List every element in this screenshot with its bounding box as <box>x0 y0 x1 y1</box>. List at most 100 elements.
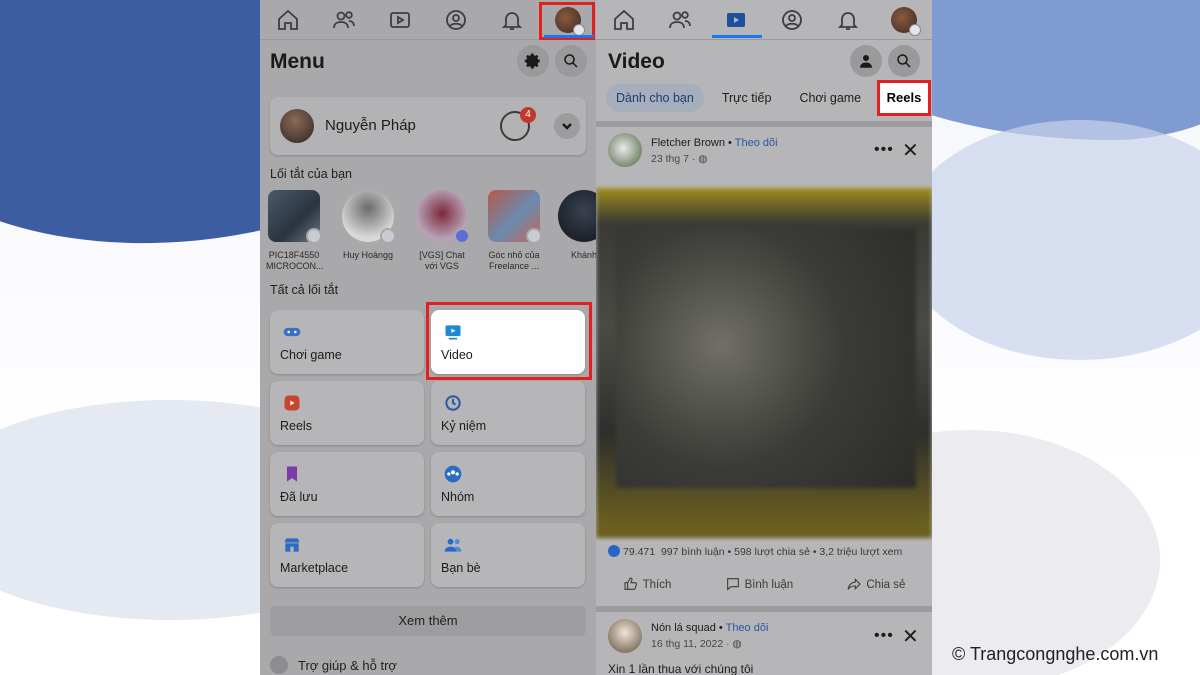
person-icon <box>860 55 872 68</box>
help-support-item[interactable]: Trợ giúp & hỗ trợ <box>270 656 397 674</box>
shortcut-thumb <box>488 190 542 244</box>
video-frame <box>616 228 916 488</box>
tile-friends[interactable]: Bạn bè <box>431 523 585 587</box>
author-name: Fletcher Brown <box>651 137 725 149</box>
bell-icon[interactable] <box>497 5 527 35</box>
like-reaction-icon <box>608 545 620 557</box>
tile-label: Reels <box>280 419 312 433</box>
close-icon[interactable]: ✕ <box>902 138 919 163</box>
follow-link[interactable]: Theo dõi <box>735 137 778 149</box>
like-label: Thích <box>642 579 672 591</box>
friends-icon[interactable] <box>329 5 359 35</box>
post-author[interactable]: Nón lá squad • Theo dõi <box>651 622 768 634</box>
post-actions: Thích Bình luận Chia sẻ <box>596 576 932 592</box>
question-icon <box>270 656 288 674</box>
shortcut-label: Khánh <box>570 250 596 260</box>
more-icon[interactable]: ••• <box>874 627 894 645</box>
home-icon[interactable] <box>273 5 303 35</box>
more-icon[interactable]: ••• <box>874 141 894 159</box>
tab-live[interactable]: Trực tiếp <box>712 84 782 112</box>
settings-button[interactable] <box>517 45 549 77</box>
page-title: Menu <box>270 50 325 73</box>
menu-screen: Menu Nguyễn Pháp 4 Lối tắt của bạn PIC18… <box>260 0 596 675</box>
comment-button[interactable]: Bình luận <box>725 576 794 592</box>
active-tab-indicator <box>544 35 594 38</box>
tab-for-you[interactable]: Dành cho bạn <box>606 84 704 112</box>
globe-icon: ◍ <box>698 153 708 165</box>
share-button[interactable]: Chia sẻ <box>846 576 905 592</box>
gear-icon <box>524 53 540 69</box>
follow-link[interactable]: Theo dõi <box>726 622 769 634</box>
shortcut-item[interactable]: Góc nhỏ của Freelance ... <box>486 190 542 272</box>
shortcut-item[interactable]: [VGS] Chat với VGS <box>414 190 470 272</box>
active-tab-indicator <box>712 35 762 38</box>
profile-icon[interactable] <box>777 5 807 35</box>
share-icon <box>847 578 862 590</box>
date-text: 16 thg 11, 2022 <box>651 638 724 650</box>
bell-icon[interactable] <box>833 5 863 35</box>
profile-badge-icon <box>380 228 396 244</box>
search-button[interactable] <box>888 45 920 77</box>
tile-groups[interactable]: Nhóm <box>431 452 585 516</box>
shortcut-item[interactable]: Huy Hoàngg <box>340 190 396 261</box>
shortcut-thumb <box>268 190 322 244</box>
avatar[interactable] <box>608 133 642 167</box>
tab-gaming[interactable]: Chơi game <box>789 84 871 112</box>
video-tabs: Dành cho bạn Trực tiếp Chơi game <box>606 84 871 112</box>
expand-profiles-button[interactable] <box>554 113 580 139</box>
avatar[interactable] <box>608 619 642 653</box>
like-count[interactable]: 79.471 <box>623 546 655 558</box>
home-icon[interactable] <box>609 5 639 35</box>
shortcut-label: Góc nhỏ của Freelance ... <box>488 250 540 271</box>
friends-icon <box>444 538 462 552</box>
profile-icon[interactable] <box>441 5 471 35</box>
close-icon[interactable]: ✕ <box>902 624 919 649</box>
profile-name: Nguyễn Pháp <box>325 117 416 134</box>
notification-badge: 4 <box>520 107 536 123</box>
post-caption: Xin 1 lần thua với chúng tôi <box>608 662 754 675</box>
tile-label: Kỷ niệm <box>441 419 487 433</box>
watch-icon[interactable] <box>721 5 751 35</box>
video-player[interactable] <box>596 188 932 538</box>
shortcut-thumb <box>342 190 396 244</box>
shortcut-item[interactable]: Khánh <box>556 190 596 261</box>
search-button[interactable] <box>555 45 587 77</box>
friends-icon[interactable] <box>665 5 695 35</box>
shortcut-label: [VGS] Chat với VGS <box>419 250 465 271</box>
tile-label: Marketplace <box>280 561 349 575</box>
tile-saved[interactable]: Đã lưu <box>270 452 424 516</box>
date-text: 23 thg 7 <box>651 153 689 165</box>
profile-button[interactable] <box>850 45 882 77</box>
engagement-stats: 997 bình luận • 598 lượt chia sẻ • 3,2 t… <box>660 546 903 558</box>
bookmark-icon <box>287 466 297 482</box>
like-button[interactable]: Thích <box>623 576 672 592</box>
shortcut-label: PIC18F4550 MICROCON... <box>266 250 324 271</box>
profile-card[interactable]: Nguyễn Pháp 4 <box>270 97 586 155</box>
watermark: © Trangcongnghe.com.vn <box>952 644 1159 664</box>
group-badge-icon <box>306 228 322 244</box>
tile-label: Bạn bè <box>441 561 481 575</box>
post-date: 16 thg 11, 2022 · ◍ <box>651 638 742 650</box>
search-icon <box>897 54 911 68</box>
menu-avatar-tab[interactable] <box>889 5 921 36</box>
post-author[interactable]: Fletcher Brown • Theo dõi <box>651 137 778 149</box>
tile-marketplace[interactable]: Marketplace <box>270 523 424 587</box>
top-tab-bar <box>596 0 932 40</box>
tile-memories[interactable]: Kỷ niệm <box>431 381 585 445</box>
search-icon <box>564 54 578 68</box>
see-more-button[interactable]: Xem thêm <box>270 606 586 636</box>
tile-reels[interactable]: Reels <box>270 381 424 445</box>
highlight-box <box>426 302 592 380</box>
bg-shape <box>900 120 1200 360</box>
shortcut-item[interactable]: PIC18F4550 MICROCON... <box>266 190 324 272</box>
watch-icon[interactable] <box>385 5 415 35</box>
comment-label: Bình luận <box>744 579 794 591</box>
thumbs-up-icon <box>624 577 637 590</box>
chevron-down-icon <box>562 123 572 130</box>
video-screen: Video Dành cho bạn Trực tiếp Chơi game R… <box>596 0 932 675</box>
tile-gaming[interactable]: Chơi game <box>270 310 424 374</box>
shortcuts-heading: Lối tắt của bạn <box>270 167 353 181</box>
tab-reels[interactable]: Reels <box>877 80 931 116</box>
all-shortcuts-heading: Tất cả lối tắt <box>270 283 339 297</box>
shortcut-thumb <box>558 190 596 242</box>
